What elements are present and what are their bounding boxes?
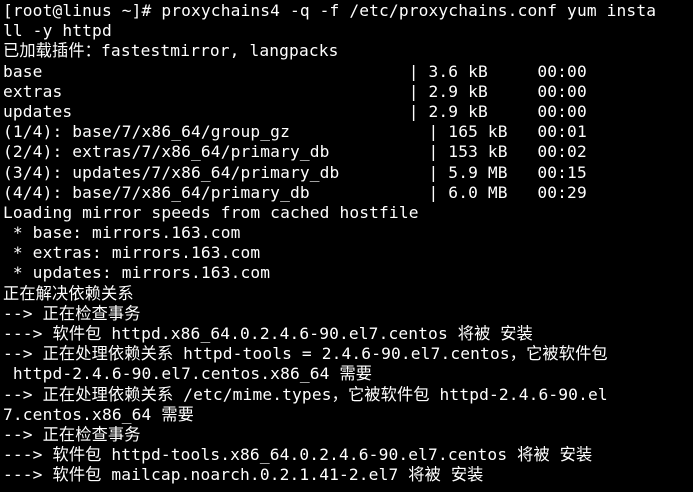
terminal-line-checking-transaction: --> 正在检查事务 bbox=[3, 303, 141, 323]
terminal-line-dep-mime-types-wrap: 7.centos.x86_64 需要 bbox=[3, 404, 195, 424]
terminal-line-resolving-deps: 正在解决依赖关系 bbox=[3, 283, 134, 303]
terminal-line-repo-updates: updates | 2.9 kB 00:00 bbox=[3, 101, 587, 121]
terminal-line-repo-base: base | 3.6 kB 00:00 bbox=[3, 61, 587, 81]
terminal-line-prompt: [root@linus ~]# proxychains4 -q -f /etc/… bbox=[3, 1, 657, 20]
terminal-line-repo-extras: extras | 2.9 kB 00:00 bbox=[3, 81, 587, 101]
terminal-line-dep-httpd-tools: --> 正在处理依赖关系 httpd-tools = 2.4.6-90.el7.… bbox=[3, 344, 608, 364]
terminal-line-download-3: (3/4): updates/7/x86_64/primary_db | 5.9… bbox=[3, 162, 587, 182]
terminal-line-mirror-updates: * updates: mirrors.163.com bbox=[3, 263, 271, 283]
terminal-line-checking-transaction-2: --> 正在检查事务 bbox=[3, 424, 141, 444]
terminal-line-dep-httpd-tools-wrap: httpd-2.4.6-90.el7.centos.x86_64 需要 bbox=[3, 364, 373, 384]
terminal-line-package-mailcap: ---> 软件包 mailcap.noarch.0.2.1.41-2.el7 将… bbox=[3, 465, 484, 485]
terminal-line-mirror-base: * base: mirrors.163.com bbox=[3, 223, 241, 243]
terminal-line-prompt-wrap: ll -y httpd bbox=[3, 21, 112, 41]
terminal-window[interactable]: [root@linus ~]# proxychains4 -q -f /etc/… bbox=[0, 0, 693, 492]
terminal-line-plugins: 已加载插件：fastestmirror, langpacks bbox=[3, 41, 339, 61]
terminal-line-download-4: (4/4): base/7/x86_64/primary_db | 6.0 MB… bbox=[3, 182, 587, 202]
terminal-line-mirror-extras: * extras: mirrors.163.com bbox=[3, 243, 261, 263]
terminal-line-package-httpd: ---> 软件包 httpd.x86_64.0.2.4.6-90.el7.cen… bbox=[3, 324, 533, 343]
terminal-line-dep-mime-types: --> 正在处理依赖关系 /etc/mime.types，它被软件包 httpd… bbox=[3, 384, 608, 404]
terminal-line-download-1: (1/4): base/7/x86_64/group_gz | 165 kB 0… bbox=[3, 122, 587, 142]
terminal-line-loading-mirrors: Loading mirror speeds from cached hostfi… bbox=[3, 202, 419, 222]
terminal-line-package-httpd-tools: ---> 软件包 httpd-tools.x86_64.0.2.4.6-90.e… bbox=[3, 445, 593, 465]
terminal-line-download-2: (2/4): extras/7/x86_64/primary_db | 153 … bbox=[3, 142, 587, 162]
